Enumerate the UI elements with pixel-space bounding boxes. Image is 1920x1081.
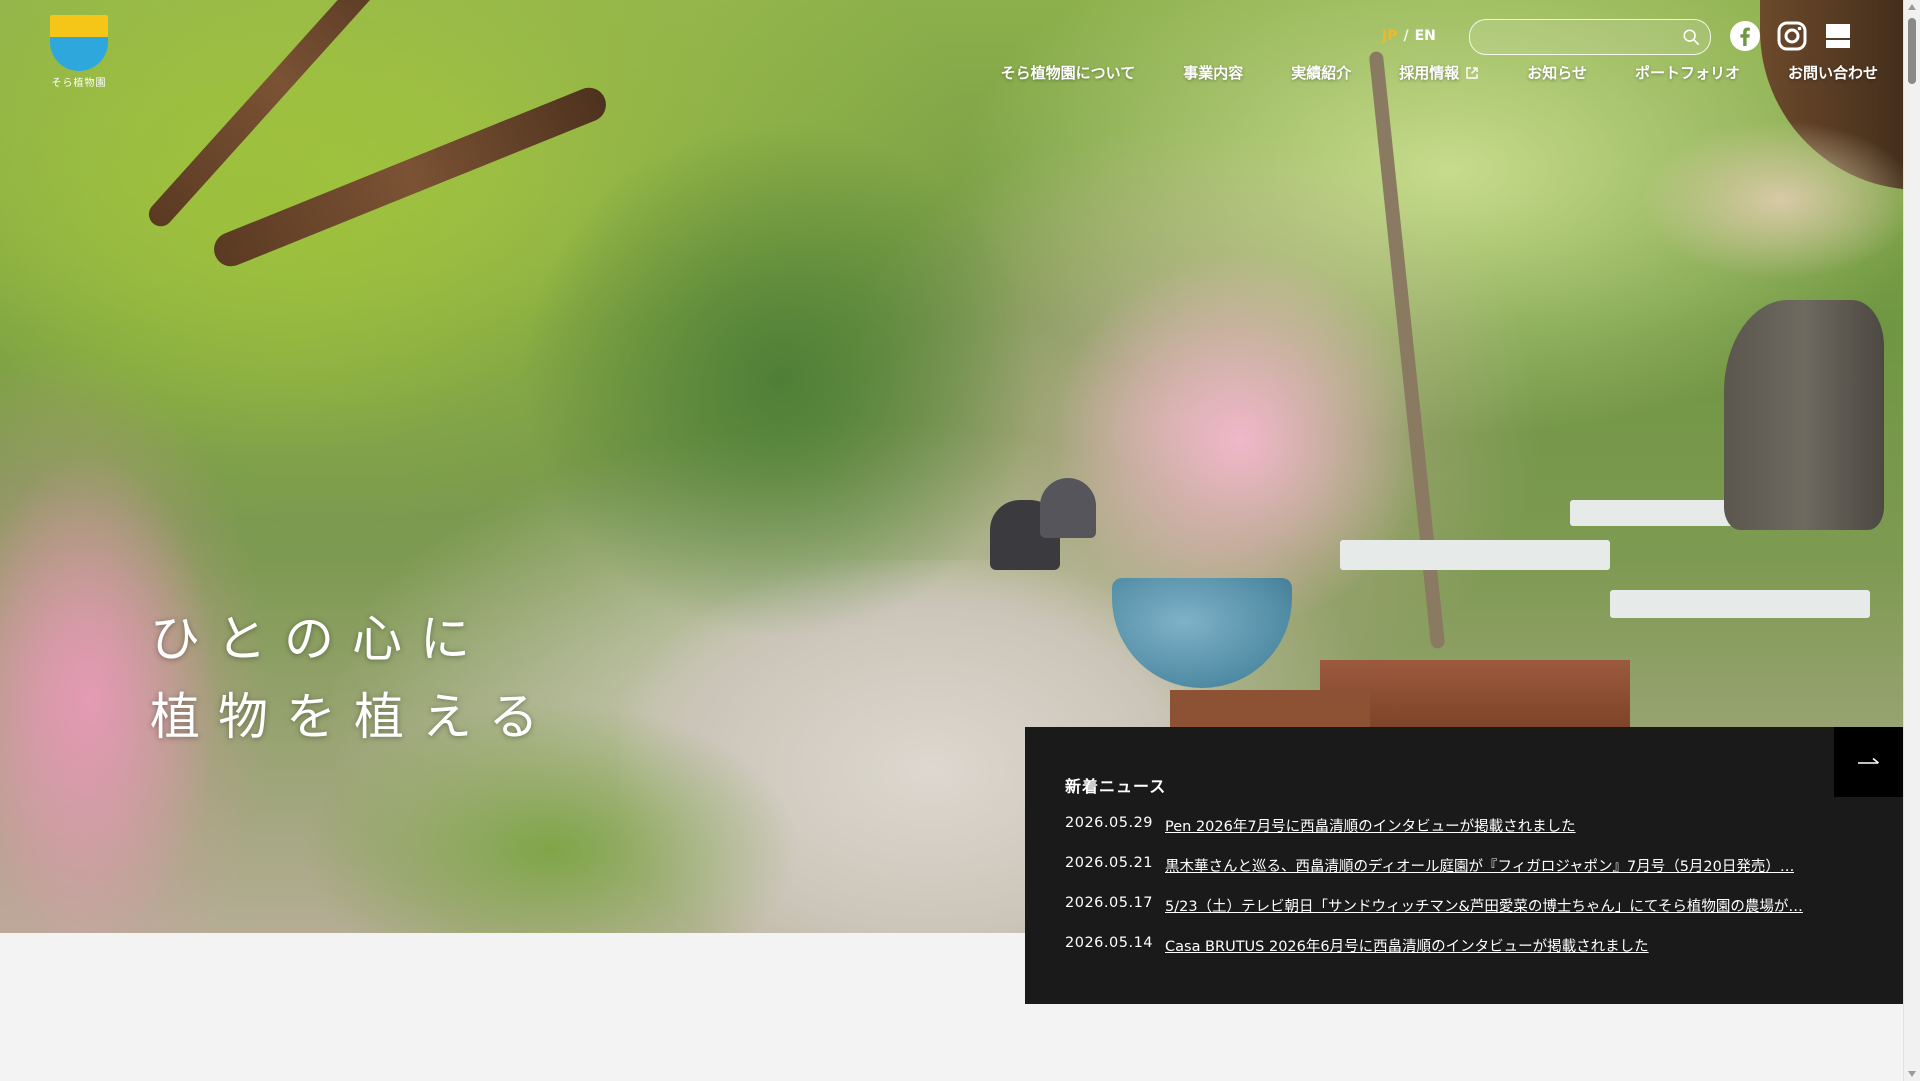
news-link[interactable]: 5/23（土）テレビ朝日「サンドウィッチマン&芦田愛菜の博士ちゃん」にてそら植物… <box>1165 895 1803 916</box>
news-list: 2026.05.29 Pen 2026年7月号に西畠清順のインタビューが掲載され… <box>1065 815 1865 975</box>
tagline-line-2: 植物を植える <box>150 688 557 746</box>
news-panel: 新着ニュース 2026.05.29 Pen 2026年7月号に西畠清順のインタビ… <box>1025 727 1904 1004</box>
page-scrollbar[interactable] <box>1903 0 1920 1081</box>
arrow-right-icon <box>1858 757 1880 764</box>
site-logo[interactable]: そら植物園 <box>48 15 110 89</box>
facebook-icon[interactable] <box>1729 20 1761 52</box>
nav-works-label: 実績紹介 <box>1291 64 1352 82</box>
main-nav: そら植物園について 事業内容 実績紹介 採用情報 お知らせ ポートフォリオ お問… <box>977 62 1878 83</box>
news-more-button[interactable] <box>1834 727 1904 797</box>
news-date: 2026.05.29 <box>1065 815 1154 831</box>
lang-separator: / <box>1403 28 1409 44</box>
stone-wall <box>1724 300 1884 530</box>
nav-portfolio[interactable]: ポートフォリオ <box>1611 62 1764 83</box>
news-link[interactable]: 黒木華さんと巡る、西畠清順のディオール庭園が『フィガロジャポン』7月号（5月20… <box>1165 855 1794 876</box>
logo-sea <box>50 37 108 71</box>
logo-text: そら植物園 <box>51 78 107 89</box>
planter <box>1170 690 1370 730</box>
search-input[interactable] <box>1484 20 1668 56</box>
news-date: 2026.05.17 <box>1065 895 1154 911</box>
logo-sun <box>50 15 108 37</box>
cherry-blossom <box>1050 250 1430 630</box>
table <box>1610 590 1870 618</box>
news-title: 新着ニュース <box>1065 777 1167 796</box>
umbrella <box>1640 120 1904 280</box>
foliage <box>520 120 1040 640</box>
news-link[interactable]: Casa BRUTUS 2026年6月号に西畠清順のインタビューが掲載されました <box>1165 935 1649 956</box>
scroll-thumb[interactable] <box>1908 18 1916 84</box>
nav-business-label: 事業内容 <box>1183 64 1244 82</box>
news-date: 2026.05.14 <box>1065 935 1154 951</box>
language-switch: JP / EN <box>1382 28 1436 44</box>
nav-recruit-label: 採用情報 <box>1399 64 1460 82</box>
lang-jp-link[interactable]: JP <box>1382 28 1397 44</box>
news-item: 2026.05.21 黒木華さんと巡る、西畠清順のディオール庭園が『フィガロジャ… <box>1065 855 1865 895</box>
scroll-down-arrow[interactable] <box>1908 1071 1916 1077</box>
flag-icon[interactable] <box>1822 20 1854 52</box>
news-item: 2026.05.17 5/23（土）テレビ朝日「サンドウィッチマン&芦田愛菜の博… <box>1065 895 1865 935</box>
nav-recruit[interactable]: 採用情報 <box>1375 62 1503 83</box>
nav-contact-label: お問い合わせ <box>1787 64 1878 82</box>
nav-business[interactable]: 事業内容 <box>1159 62 1267 83</box>
table <box>1340 540 1610 570</box>
external-link-icon <box>1466 66 1478 79</box>
tagline-line-1: ひとの心に <box>150 610 488 668</box>
news-link[interactable]: Pen 2026年7月号に西畠清順のインタビューが掲載されました <box>1165 815 1576 836</box>
news-date: 2026.05.21 <box>1065 855 1154 871</box>
search-box <box>1469 19 1711 56</box>
news-item: 2026.05.29 Pen 2026年7月号に西畠清順のインタビューが掲載され… <box>1065 815 1865 855</box>
nav-news-label: お知らせ <box>1527 64 1587 82</box>
search-icon[interactable] <box>1682 28 1700 46</box>
news-item: 2026.05.14 Casa BRUTUS 2026年6月号に西畠清順のインタ… <box>1065 935 1865 975</box>
chair <box>1040 478 1096 538</box>
nav-portfolio-label: ポートフォリオ <box>1634 64 1740 82</box>
nav-works[interactable]: 実績紹介 <box>1267 62 1375 83</box>
scroll-up-arrow[interactable] <box>1908 4 1916 10</box>
hero-tagline: ひとの心に 植物を植える <box>150 600 557 756</box>
lang-en-link[interactable]: EN <box>1415 28 1436 44</box>
instagram-icon[interactable] <box>1776 20 1808 52</box>
nav-contact[interactable]: お問い合わせ <box>1764 62 1878 83</box>
nav-about[interactable]: そら植物園について <box>977 62 1160 83</box>
nav-about-label: そら植物園について <box>1000 64 1136 82</box>
nav-news[interactable]: お知らせ <box>1503 62 1611 83</box>
